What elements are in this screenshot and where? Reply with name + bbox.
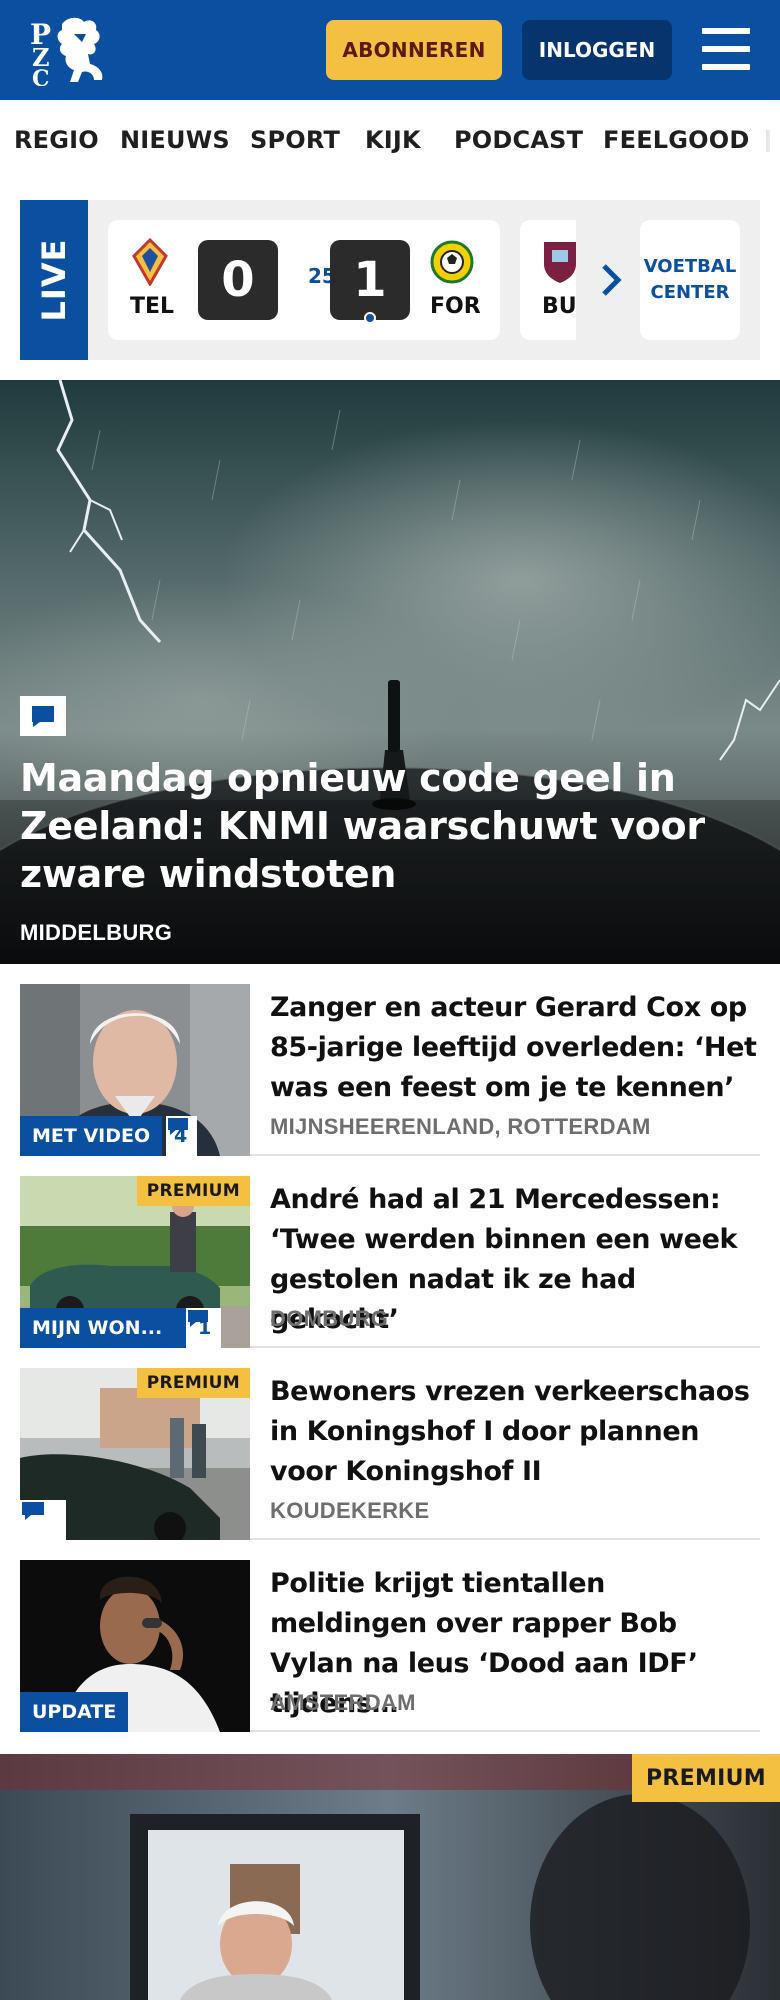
nav-item-nieuws[interactable]: NIEUWS: [120, 126, 230, 154]
pzc-logo[interactable]: P Z C: [28, 14, 112, 92]
article-location: DOMBURG: [270, 1306, 389, 1331]
comment-icon: [168, 1118, 188, 1135]
comment-icon: [20, 1500, 66, 1540]
article-title[interactable]: Bewoners vrezen verkeerschaos in Konings…: [270, 1372, 760, 1492]
nav-item-regio[interactable]: REGIO: [14, 126, 99, 154]
hero-location: MIDDELBURG: [20, 920, 173, 945]
comment-count: 1: [186, 1308, 222, 1348]
premium-badge: PREMIUM: [136, 1176, 250, 1206]
article-thumbnail: PREMIUM: [20, 1368, 250, 1540]
nav-item-podcast[interactable]: PODCAST: [454, 126, 583, 154]
category-badge: MIJN WON...: [20, 1308, 186, 1348]
live-scores-bar: LIVE TEL 0 25' 1 FOR BU VOETBAL CENTER: [20, 200, 760, 360]
premium-badge: PREMIUM: [136, 1368, 250, 1398]
site-header: P Z C ABONNEREN INLOGGEN: [0, 0, 780, 100]
article-thumbnail: MET VIDEO 4: [20, 984, 250, 1156]
chevron-right-icon[interactable]: [592, 260, 632, 300]
article-item[interactable]: PREMIUM Bewoners vrezen verkeerschaos in…: [20, 1368, 760, 1540]
hamburger-menu-icon[interactable]: [700, 26, 752, 72]
nav-fade: [756, 100, 780, 182]
live-match-card-2[interactable]: BU: [520, 220, 576, 340]
article-thumbnail: UPDATE: [20, 1560, 250, 1732]
section-nav: REGIO NIEUWS SPORT KIJK PODCAST FEELGOOD: [0, 100, 780, 182]
comment-icon: [188, 1310, 208, 1327]
away-team-abbr: FOR: [430, 294, 481, 319]
hero-title[interactable]: Maandag opnieuw code geel in Zeeland: KN…: [20, 754, 740, 898]
article-location: AMSTERDAM: [270, 1690, 416, 1715]
live-match-card[interactable]: TEL 0 25' 1 FOR: [108, 220, 500, 340]
nav-item-sport[interactable]: SPORT: [250, 126, 340, 154]
comment-icon: [20, 696, 66, 736]
premium-badge: PREMIUM: [631, 1754, 780, 1802]
update-badge: UPDATE: [20, 1692, 129, 1732]
video-badge: MET VIDEO: [20, 1116, 163, 1156]
article-location: MIJNSHEERENLAND, ROTTERDAM: [270, 1114, 651, 1139]
subscribe-button[interactable]: ABONNEREN: [326, 20, 502, 80]
svg-text:C: C: [32, 66, 50, 86]
article-location: KOUDEKERKE: [270, 1498, 430, 1523]
article-item[interactable]: UPDATE Politie krijgt tientallen melding…: [20, 1560, 760, 1732]
nav-item-kijk[interactable]: KIJK: [365, 126, 421, 154]
burnley-crest: [542, 240, 576, 289]
article-item[interactable]: MET VIDEO 4 Zanger en acteur Gerard Cox …: [20, 984, 760, 1156]
featured-article[interactable]: PREMIUM: [0, 1754, 780, 2000]
goal-indicator: [364, 312, 376, 324]
away-score: 1: [330, 240, 410, 320]
telstar-crest: [130, 237, 170, 291]
home-team-abbr: TEL: [130, 294, 175, 319]
voetbal-center-link[interactable]: VOETBAL CENTER: [640, 220, 740, 340]
login-button[interactable]: INLOGGEN: [522, 20, 672, 80]
comment-count: 4: [166, 1116, 198, 1156]
fortuna-crest: [430, 240, 474, 289]
live-label: LIVE: [20, 200, 88, 360]
article-title[interactable]: Zanger en acteur Gerard Cox op 85-jarige…: [270, 988, 760, 1108]
article-thumbnail: PREMIUM MIJN WON... 1: [20, 1176, 250, 1348]
match2-team-abbr: BU: [542, 294, 576, 319]
hero-article[interactable]: Maandag opnieuw code geel in Zeeland: KN…: [0, 380, 780, 964]
nav-item-feelgood[interactable]: FEELGOOD: [603, 126, 750, 154]
article-item[interactable]: PREMIUM MIJN WON... 1 André had al 21 Me…: [20, 1176, 760, 1348]
home-score: 0: [198, 240, 278, 320]
